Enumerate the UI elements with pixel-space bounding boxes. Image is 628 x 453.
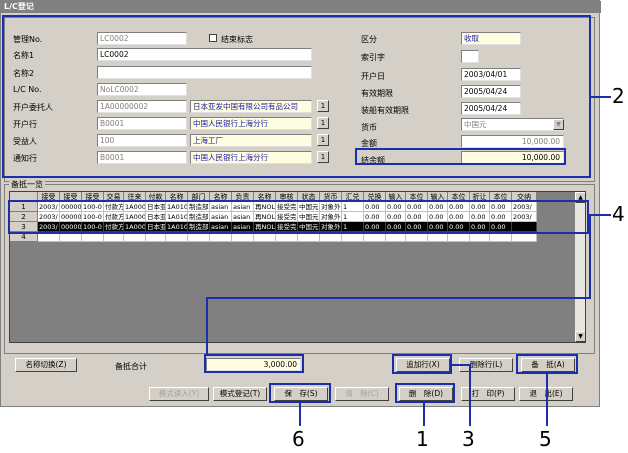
mode-register-button[interactable]: 模式登记(T): [213, 387, 267, 401]
window-title: L/C登记: [1, 1, 601, 13]
highlight-allowance-box: [516, 354, 578, 374]
leader-line-4b: [589, 214, 591, 298]
callout-1: 1: [416, 427, 429, 451]
callout-4: 4: [612, 202, 625, 226]
scroll-down-icon[interactable]: ▼: [575, 331, 585, 342]
highlight-rows-box: [8, 200, 589, 234]
leader-line-4c: [206, 297, 591, 299]
leader-line-1: [423, 402, 425, 426]
highlight-balance-box: [355, 148, 566, 165]
callout-2: 2: [612, 84, 625, 108]
leader-line-4a: [589, 214, 611, 216]
highlight-add-row-box: [392, 354, 452, 374]
highlight-total-box: [204, 354, 304, 373]
leader-line-5: [546, 373, 548, 426]
name-switch-button[interactable]: 名称切换(Z): [15, 358, 77, 372]
list-group-label: 备抵一览: [9, 179, 45, 190]
leader-line-6: [299, 402, 301, 426]
leader-line-4d: [206, 297, 208, 355]
leader-line-3a: [451, 364, 471, 366]
leader-line-2: [591, 96, 611, 98]
total-label: 备抵合计: [115, 362, 147, 371]
leader-line-3b: [469, 364, 471, 426]
callout-6: 6: [292, 427, 305, 451]
highlight-save-box: [269, 383, 331, 403]
clear-button[interactable]: 清 除(C): [335, 387, 389, 401]
callout-3: 3: [462, 427, 475, 451]
callout-5: 5: [539, 427, 552, 451]
mode-import-button[interactable]: 模式读入(Y): [149, 387, 209, 401]
highlight-delete-box: [395, 383, 455, 403]
